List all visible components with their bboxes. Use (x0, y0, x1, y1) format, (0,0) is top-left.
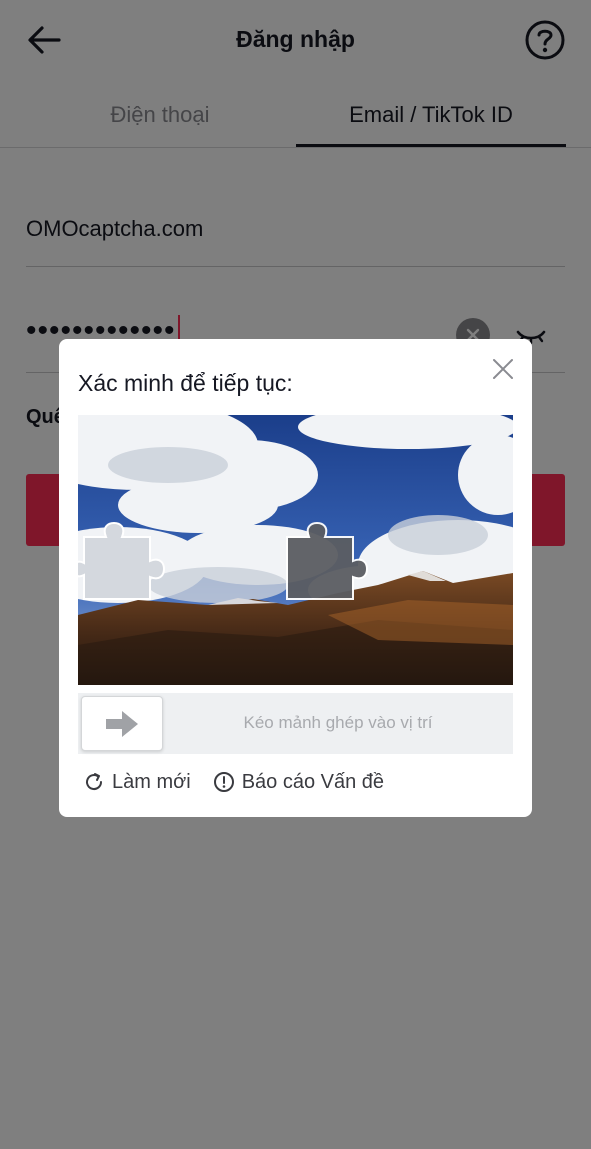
report-problem-label: Báo cáo Vấn đề (241, 770, 385, 793)
slider-hint: Kéo mảnh ghép vào vị trí (243, 713, 433, 732)
captcha-title: Xác minh để tiếp tục: (78, 370, 293, 396)
slider-handle[interactable] (81, 696, 163, 751)
captcha-dialog: Xác minh để tiếp tục: Kéo mảnh ghép vào … (59, 339, 532, 817)
report-problem-button[interactable]: Báo cáo Vấn đề (213, 767, 384, 797)
arrow-right-icon (106, 710, 138, 737)
mountain-landscape-image (78, 415, 513, 685)
refresh-icon (86, 773, 103, 791)
refresh-label: Làm mới (112, 770, 191, 793)
captcha-puzzle-image (78, 415, 513, 685)
refresh-button[interactable]: Làm mới (83, 767, 191, 797)
slider-track[interactable]: Kéo mảnh ghép vào vị trí (78, 693, 513, 754)
captcha-actions: Làm mới Báo cáo Vấn đề (83, 767, 384, 797)
alert-circle-icon (213, 772, 234, 792)
close-icon (493, 359, 513, 379)
captcha-close-button[interactable] (490, 356, 516, 382)
